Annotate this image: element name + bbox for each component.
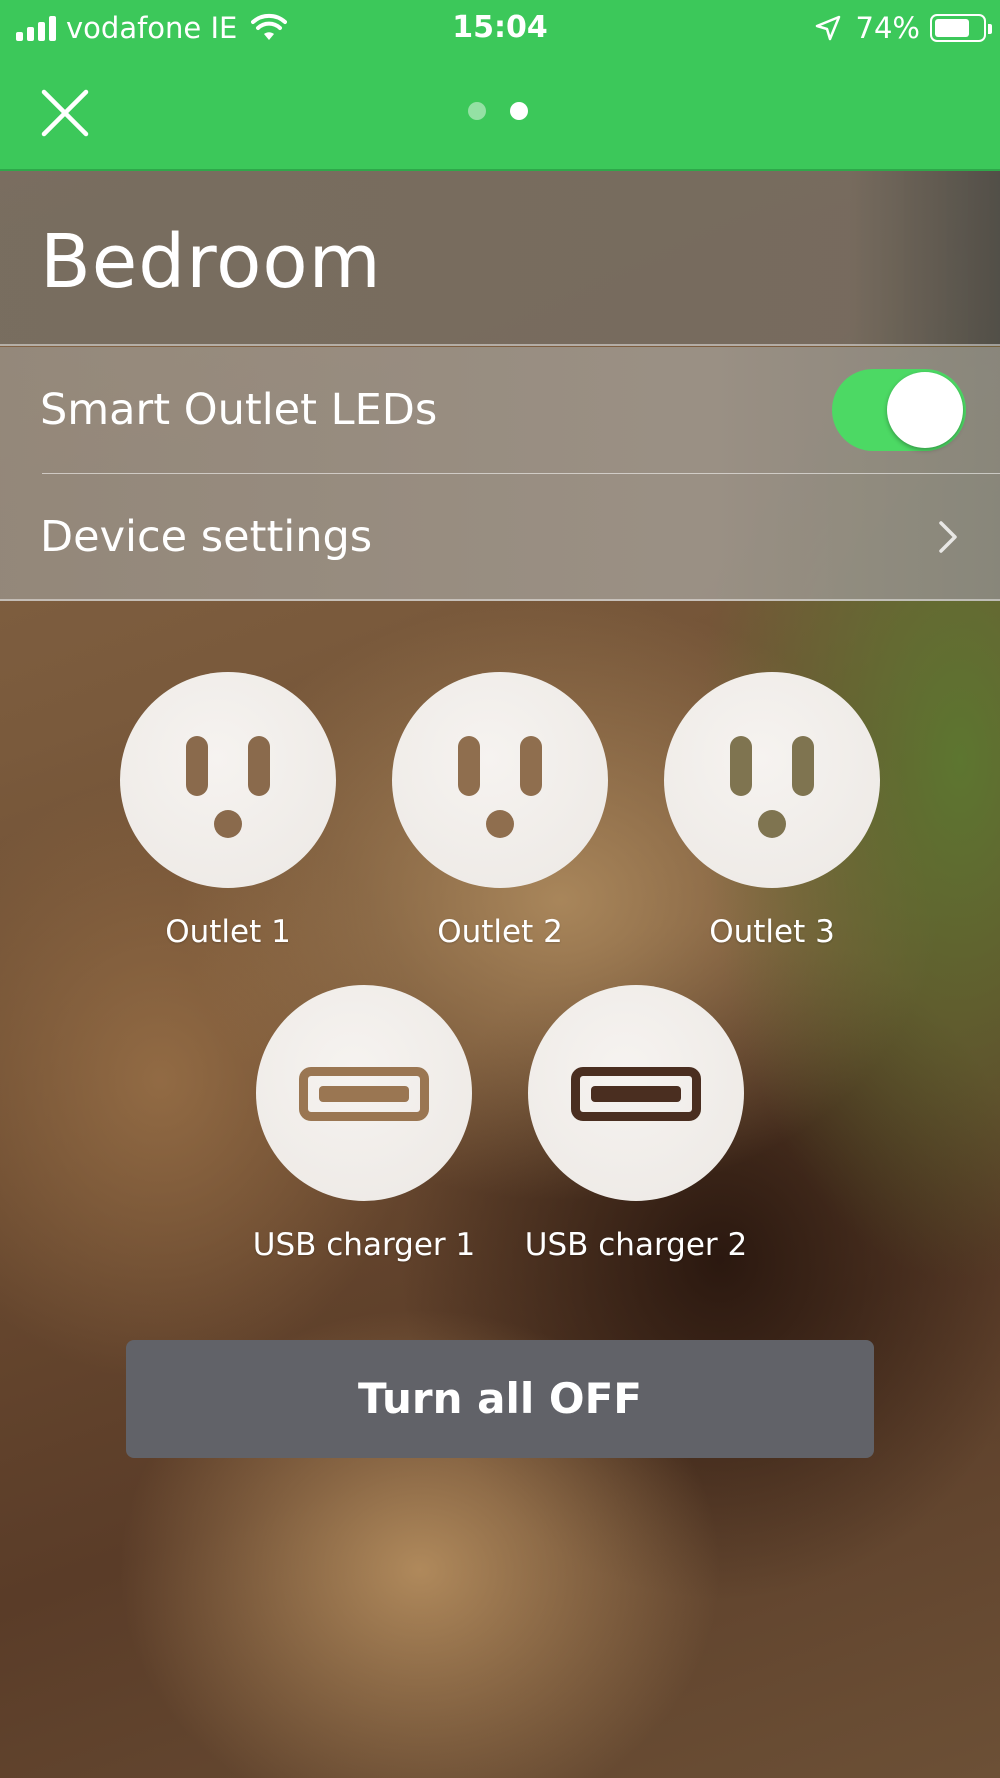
- close-icon[interactable]: [36, 84, 94, 142]
- outlet-slot: [792, 736, 814, 796]
- outlet-label: Outlet 1: [165, 914, 291, 950]
- outlet-slot: [186, 736, 208, 796]
- settings-list: Smart Outlet LEDs Device settings: [0, 347, 1000, 601]
- outlet-slot: [248, 736, 270, 796]
- status-right: 74%: [814, 8, 992, 48]
- toggle-knob: [887, 372, 963, 448]
- room-header: Bedroom: [0, 171, 1000, 346]
- page-dot-1: [468, 102, 486, 120]
- page-dot-2: [510, 102, 528, 120]
- usb-port-icon: [528, 985, 744, 1201]
- battery-percentage: 74%: [855, 11, 920, 45]
- battery-nub: [988, 24, 992, 34]
- outlet-icon: [392, 672, 608, 888]
- device-settings-row[interactable]: Device settings: [0, 474, 1000, 600]
- usb-port-outline: [299, 1067, 429, 1121]
- outlet-icon: [120, 672, 336, 888]
- usb-port-outline: [571, 1067, 701, 1121]
- device-settings-label: Device settings: [40, 512, 373, 562]
- outlet-ground: [214, 810, 242, 838]
- turn-all-off-button[interactable]: Turn all OFF: [126, 1340, 874, 1458]
- outlet-tile-3[interactable]: Outlet 3: [642, 672, 902, 950]
- battery-icon: [930, 14, 992, 42]
- usb-port-slot: [319, 1086, 409, 1102]
- smart-outlet-leds-toggle[interactable]: [832, 369, 966, 451]
- page-title: Bedroom: [40, 219, 382, 305]
- page-indicator: [468, 102, 528, 120]
- outlet-slot: [458, 736, 480, 796]
- outlet-ground: [486, 810, 514, 838]
- outlet-tile-1[interactable]: Outlet 1: [98, 672, 358, 950]
- outlet-icon: [664, 672, 880, 888]
- usb-port-icon: [256, 985, 472, 1201]
- usb-charger-tile-2[interactable]: USB charger 2: [506, 985, 766, 1263]
- location-arrow-icon: [815, 15, 840, 41]
- battery-level: [935, 19, 970, 37]
- outlet-tile-2[interactable]: Outlet 2: [370, 672, 630, 950]
- smart-outlet-leds-row: Smart Outlet LEDs: [0, 347, 1000, 473]
- usb-charger-tile-1[interactable]: USB charger 1: [234, 985, 494, 1263]
- outlet-slot: [730, 736, 752, 796]
- outlet-ground: [758, 810, 786, 838]
- chevron-right-icon: [939, 521, 957, 553]
- nav-bar: [0, 56, 1000, 171]
- usb-charger-label: USB charger 1: [252, 1227, 476, 1263]
- outlet-slot: [520, 736, 542, 796]
- usb-port-slot: [591, 1086, 681, 1102]
- outlet-label: Outlet 2: [437, 914, 563, 950]
- usb-charger-label: USB charger 2: [524, 1227, 748, 1263]
- status-bar: vodafone IE 15:04 74%: [0, 0, 1000, 56]
- outlet-label: Outlet 3: [709, 914, 835, 950]
- smart-outlet-leds-label: Smart Outlet LEDs: [40, 385, 438, 435]
